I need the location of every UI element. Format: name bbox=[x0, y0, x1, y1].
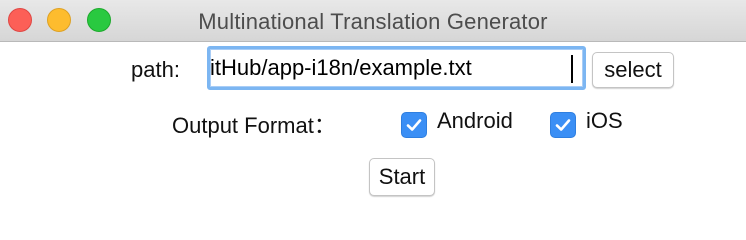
checkmark-icon bbox=[555, 119, 571, 131]
window-title: Multinational Translation Generator bbox=[198, 9, 548, 34]
path-input-viewport: itHub/app-i18n/example.txt bbox=[210, 49, 575, 87]
checkmark-icon bbox=[406, 119, 422, 131]
select-file-button[interactable]: select bbox=[592, 52, 674, 88]
path-input[interactable]: itHub/app-i18n/example.txt bbox=[207, 46, 586, 90]
text-caret bbox=[571, 55, 573, 83]
android-option-label[interactable]: Android bbox=[437, 108, 513, 134]
output-format-label: Output Format： bbox=[172, 113, 336, 138]
path-label: path: bbox=[131, 57, 180, 82]
start-button[interactable]: Start bbox=[369, 158, 435, 196]
ios-checkbox[interactable] bbox=[550, 112, 576, 138]
main-content: path: itHub/app-i18n/example.txt select … bbox=[0, 42, 746, 240]
title-bar[interactable]: Multinational Translation Generator bbox=[0, 0, 746, 42]
path-input-value: itHub/app-i18n/example.txt bbox=[210, 55, 472, 80]
android-checkbox[interactable] bbox=[401, 112, 427, 138]
ios-option-label[interactable]: iOS bbox=[586, 108, 623, 134]
app-window: Multinational Translation Generator path… bbox=[0, 0, 746, 240]
